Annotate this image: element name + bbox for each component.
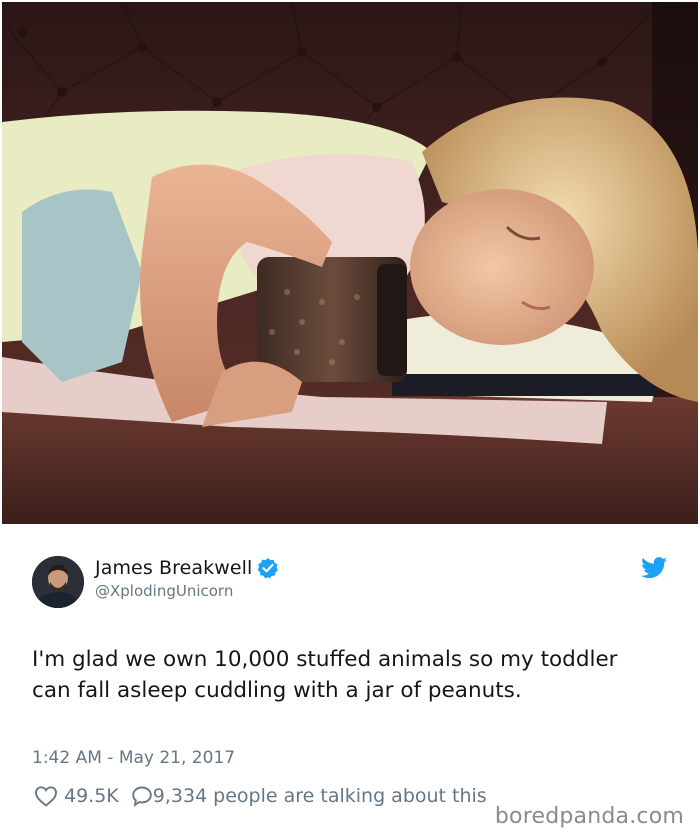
like-heart-icon[interactable] [34, 785, 58, 807]
likes-count: 49.5K [64, 785, 119, 807]
tweet-photo[interactable] [2, 2, 698, 524]
talking-about-text[interactable]: people are talking about this [213, 785, 487, 807]
tweet-actions: 49.5K 9,334 people are talking about thi… [34, 782, 487, 810]
author-name-row: James Breakwell [95, 556, 279, 580]
photo-illustration [2, 2, 698, 524]
boredpanda-watermark: boredpanda.com [494, 804, 684, 829]
avatar-image-icon [32, 556, 84, 608]
tweet-text: I'm glad we own 10,000 stuffed animals s… [32, 647, 618, 703]
tweet-screenshot: James Breakwell @XplodingUnicorn I'm gla… [0, 0, 700, 838]
tweet-timestamp[interactable]: 1:42 AM - May 21, 2017 [32, 748, 235, 768]
verified-badge-icon [257, 557, 279, 579]
replies-count: 9,334 [152, 785, 208, 807]
avatar[interactable] [32, 556, 84, 608]
tweet-card: James Breakwell @XplodingUnicorn I'm gla… [0, 524, 700, 838]
author-display-name[interactable]: James Breakwell [95, 557, 252, 579]
author-handle[interactable]: @XplodingUnicorn [95, 582, 233, 600]
twitter-bird-icon[interactable] [641, 557, 668, 579]
reply-bubble-icon[interactable] [131, 785, 153, 807]
